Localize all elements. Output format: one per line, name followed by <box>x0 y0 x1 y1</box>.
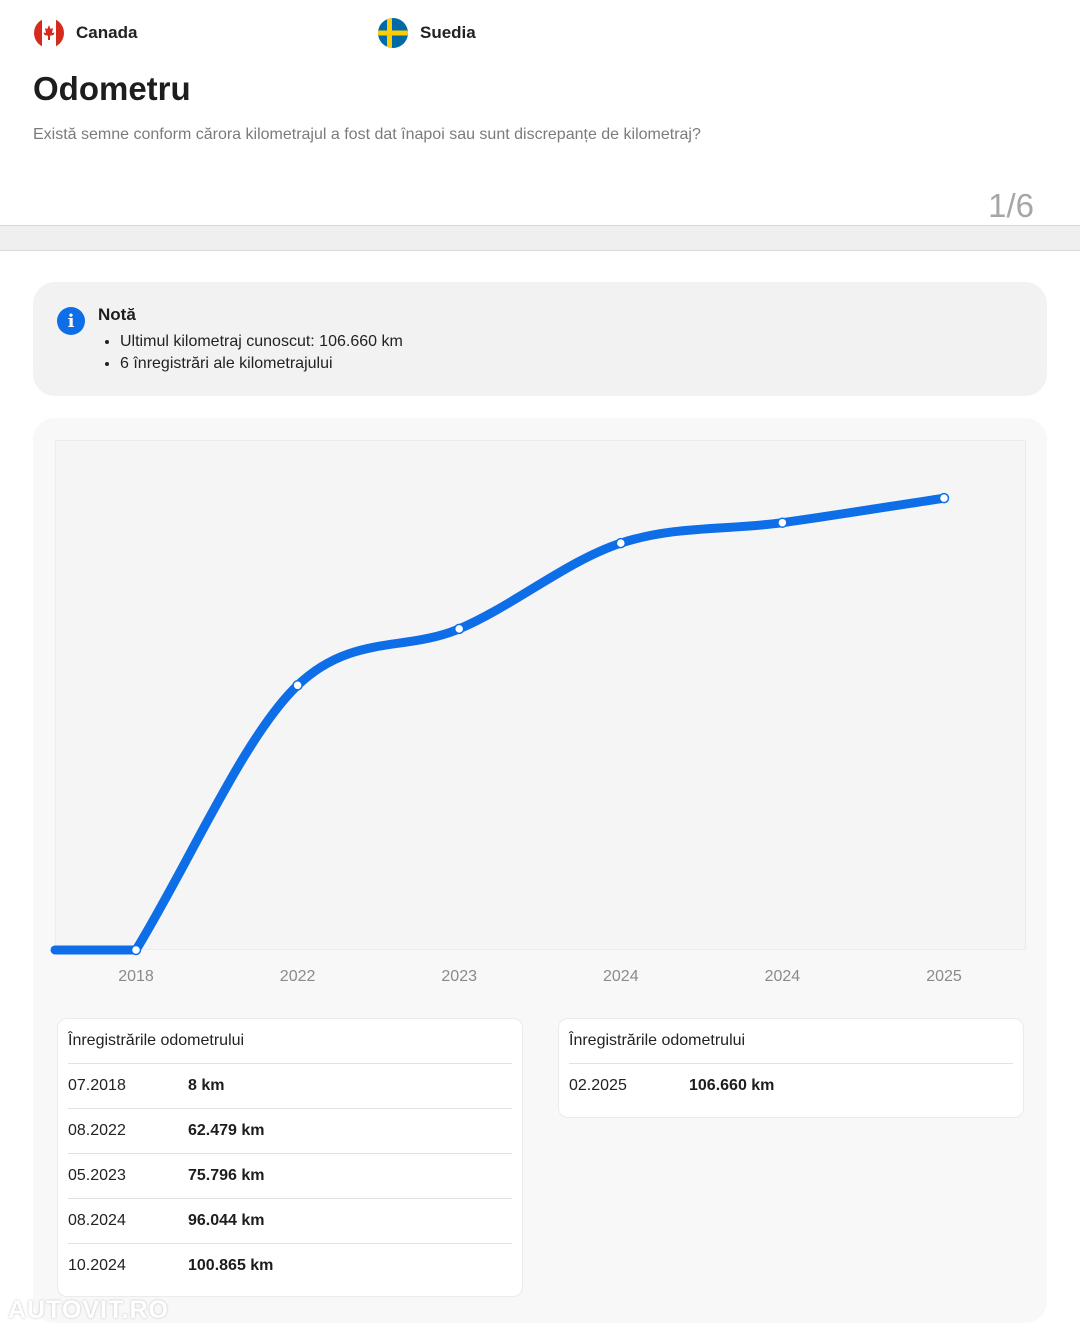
records-heading: Înregistrările odometrului <box>569 1019 1013 1064</box>
record-date: 08.2022 <box>68 1122 126 1139</box>
watermark-logo: AUTOVIT.RO <box>8 1296 169 1324</box>
x-tick-label: 2025 <box>926 968 962 985</box>
odometer-records-table: Înregistrările odometrului 02.2025 106.6… <box>558 1018 1024 1118</box>
record-date: 05.2023 <box>68 1167 126 1184</box>
record-km: 75.796 km <box>188 1167 265 1184</box>
data-point[interactable] <box>292 680 303 691</box>
table-row: 10.2024 100.865 km <box>68 1244 512 1288</box>
x-tick-label: 2024 <box>603 968 639 985</box>
data-point[interactable] <box>615 537 627 549</box>
odometer-records-table: Înregistrările odometrului 07.2018 8 km … <box>57 1018 523 1297</box>
x-tick-label: 2024 <box>765 968 801 985</box>
record-date: 02.2025 <box>569 1077 627 1094</box>
record-date: 07.2018 <box>68 1077 126 1094</box>
x-tick-label: 2018 <box>118 968 154 985</box>
odometer-chart: 2018 2022 2023 2024 2024 2025 <box>50 492 962 985</box>
record-date: 10.2024 <box>68 1257 126 1274</box>
table-row: 05.2023 75.796 km <box>68 1154 512 1199</box>
data-point[interactable] <box>453 623 465 635</box>
data-point[interactable] <box>130 944 142 956</box>
table-row: 02.2025 106.660 km <box>569 1064 1013 1108</box>
x-tick-label: 2022 <box>280 968 316 985</box>
record-km: 100.865 km <box>188 1257 274 1274</box>
x-tick-label: 2023 <box>441 968 477 985</box>
record-km: 96.044 km <box>188 1212 265 1229</box>
table-row: 08.2022 62.479 km <box>68 1109 512 1154</box>
series-line-odometer <box>50 493 949 955</box>
record-km: 62.479 km <box>188 1122 265 1139</box>
table-row: 07.2018 8 km <box>68 1064 512 1109</box>
record-date: 08.2024 <box>68 1212 126 1229</box>
record-km: 106.660 km <box>689 1077 775 1094</box>
table-row: 08.2024 96.044 km <box>68 1199 512 1244</box>
record-km: 8 km <box>188 1077 225 1094</box>
records-heading: Înregistrările odometrului <box>68 1019 512 1064</box>
data-point[interactable] <box>777 517 788 528</box>
data-point[interactable] <box>938 492 950 504</box>
